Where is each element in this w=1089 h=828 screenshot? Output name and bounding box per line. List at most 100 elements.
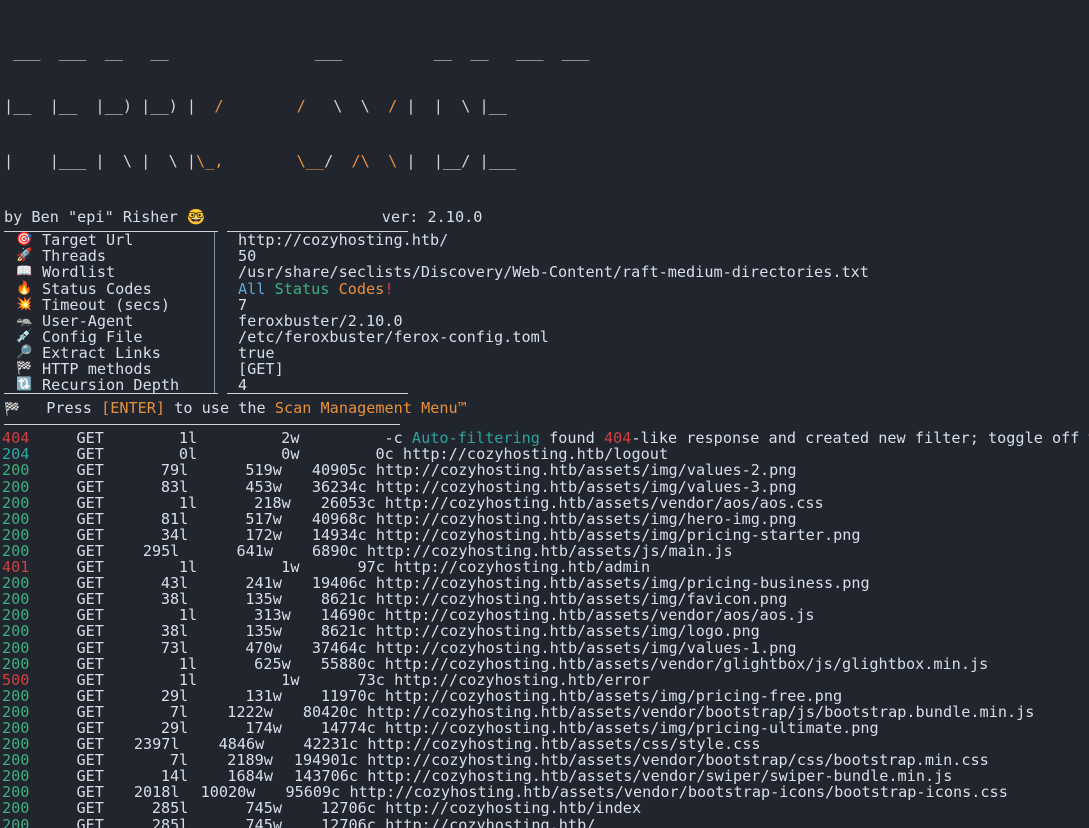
- fire-icon: 🔥: [16, 280, 33, 296]
- config-value-status-codes: All Status Codes!: [228, 279, 869, 298]
- config-row-wordlist: 📖 Wordlist /usr/share/seclists/Discovery…: [4, 264, 869, 280]
- table-row: 200 GET 34l 172w 14934c http://cozyhosting.h…: [2, 527, 1089, 543]
- banner-art-row-3: | |___ | \ | \ |\_, \__/ /\ \ | |__/ |__…: [4, 152, 517, 171]
- banner-version: ver: 2.10.0: [381, 208, 483, 227]
- collision-icon: 💥: [16, 296, 33, 312]
- menu-name: Scan Management Menu™: [274, 399, 467, 418]
- table-row: 204 GET 0l 0w 0c http://cozyhosting.htb/logo…: [2, 446, 1089, 462]
- status-codes-codes: Codes: [329, 279, 385, 298]
- menu-prefix: Press: [46, 399, 102, 418]
- config-divider: [213, 312, 228, 329]
- table-row: 200 GET 29l 174w 14774c http://cozyhosting.h…: [2, 720, 1089, 736]
- banner-art-row-1: ___ ___ __ __ ___ __ __ ___ ___: [4, 42, 590, 61]
- table-row: 200 GET 83l 453w 36234c http://cozyhosting.h…: [2, 479, 1089, 495]
- table-row: 200 GET 1l 625w 55880c http://cozyhosting.ht…: [2, 656, 1089, 672]
- checkered-flag-icon: 🏁: [4, 402, 21, 418]
- table-row: 200 GET 7l 1222w 80420c http://cozyhosting.h…: [2, 704, 1089, 720]
- syringe-icon: 💉: [16, 328, 33, 344]
- config-key: HTTP methods: [42, 360, 152, 379]
- line-count: 285l: [151, 815, 189, 828]
- status-codes-status: Status: [265, 279, 330, 298]
- autofilter-text: -like response and created new filter; t…: [631, 429, 1089, 448]
- config-key: Status Codes: [42, 279, 152, 298]
- config-row-http-methods: 🏁 HTTP methods [GET]: [4, 361, 869, 377]
- config-divider: [213, 328, 228, 345]
- table-row: 404 GET 1l 2w -c Auto-filtering found 404-li…: [2, 430, 1089, 446]
- config-divider: [213, 232, 228, 249]
- table-row: 200 GET 73l 470w 37464c http://cozyhosting.h…: [2, 639, 1089, 656]
- config-key: Timeout (secs): [42, 295, 171, 314]
- menu-divider: [4, 424, 400, 426]
- config-value: /usr/share/seclists/Discovery/Web-Conten…: [238, 263, 869, 282]
- config-row-timeout: 💥 Timeout (secs) 7: [4, 297, 869, 313]
- badger-icon: 🦡: [16, 312, 33, 328]
- http-method: GET: [76, 815, 104, 828]
- target-icon: 🎯: [16, 232, 33, 248]
- terminal-window: ___ ___ __ __ ___ __ __ ___ ___ |__ |__ …: [0, 0, 1089, 828]
- config-key: Config File: [42, 327, 143, 346]
- config-value: 4: [238, 376, 248, 395]
- config-divider: [213, 296, 228, 313]
- config-key: Target Url: [42, 231, 134, 250]
- feroxbuster-banner: ___ ___ __ __ ___ __ __ ___ ___ |__ |__ …: [0, 4, 1089, 207]
- table-row: 200 GET 2397l 4846w 42231c http://cozyhostin…: [2, 736, 1089, 752]
- config-key: Recursion Depth: [42, 376, 180, 395]
- results-list: 404 GET 1l 2w -c Auto-filtering found 404-li…: [0, 430, 1089, 828]
- table-row: 200 GET 79l 519w 40905c http://cozyhosting.h…: [2, 462, 1089, 478]
- config-divider: [213, 248, 228, 265]
- config-row-status-codes: 🔥 Status Codes All Status Codes!: [4, 279, 869, 298]
- table-row: 401 GET 1l 1w 97c http://cozyhosting.htb/adm…: [2, 559, 1089, 575]
- table-row: 500 GET 1l 1w 73c http://cozyhosting.htb/err…: [2, 672, 1089, 688]
- table-row: 200 GET 81l 517w 40968c http://cozyhosting.h…: [2, 511, 1089, 527]
- word-count: 1w: [281, 558, 300, 577]
- table-row: 200 GET 1l 218w 26053c http://cozyhosting.ht…: [2, 495, 1089, 511]
- table-row: 200 GET 29l 131w 11970c http://cozyhosting.h…: [2, 688, 1089, 704]
- config-value: [GET]: [238, 360, 284, 379]
- table-row: 200 GET 2018l 10020w 95609c http://cozyhosti…: [2, 784, 1089, 800]
- checkered-flag-icon: 🏁: [16, 361, 33, 377]
- status-codes-all: All: [238, 279, 266, 298]
- table-row: 200 GET 38l 135w 8621c http://cozyhosting.ht…: [2, 591, 1089, 607]
- status-code: 200: [2, 815, 30, 828]
- config-row-extract-links: 🔎 Extract Links true: [4, 345, 869, 361]
- table-row: 200 GET 38l 135w 8621c http://cozyhosting.ht…: [2, 623, 1089, 639]
- line-count: 295l: [142, 541, 180, 560]
- byte-count: 12706c: [321, 815, 376, 828]
- table-row: 200 GET 285l 745w 12706c http://cozyhosting.…: [2, 800, 1089, 816]
- config-row-target-url: 🎯 Target Url http://cozyhosting.htb/: [4, 232, 869, 248]
- result-url[interactable]: http://cozyhosting.htb/: [385, 816, 595, 828]
- config-row-user-agent: 🦡 User-Agent feroxbuster/2.10.0: [4, 313, 869, 329]
- table-row: 200 GET 43l 241w 19406c http://cozyhosting.h…: [2, 575, 1089, 591]
- config-table: 🎯 Target Url http://cozyhosting.htb/ 🚀 T…: [4, 232, 869, 393]
- banner-byline-row: by Ben "epi" Risher 🤓 ver: 2.10.0: [0, 207, 1089, 227]
- config-divider: [213, 361, 228, 378]
- config-row-threads: 🚀 Threads 50: [4, 248, 869, 264]
- word-count: 641w: [236, 541, 274, 560]
- config-table-wrap: 🎯 Target Url http://cozyhosting.htb/ 🚀 T…: [0, 231, 1089, 395]
- status-codes-bang: !: [384, 279, 394, 298]
- config-value: true: [238, 343, 275, 362]
- enter-key-hint[interactable]: [ENTER]: [101, 399, 165, 417]
- config-value: http://cozyhosting.htb/: [238, 231, 449, 250]
- rocket-icon: 🚀: [16, 248, 33, 264]
- config-table-bottom-border: [4, 393, 1089, 395]
- book-icon: 📖: [16, 264, 33, 280]
- scan-management-menu-line[interactable]: 🏁 Press [ENTER] to use the Scan Managemen…: [0, 400, 1089, 418]
- config-row-recursion-depth: 🔃 Recursion Depth 4: [4, 377, 869, 393]
- recursion-icon: 🔃: [16, 377, 33, 393]
- word-count: 745w: [245, 815, 283, 828]
- table-row: 200 GET 7l 2189w 194901c http://cozyhosting.…: [2, 752, 1089, 768]
- config-value: feroxbuster/2.10.0: [238, 311, 403, 330]
- config-row-config-file: 💉 Config File /etc/feroxbuster/ferox-con…: [4, 329, 869, 345]
- table-row: 200 GET 1l 313w 14690c http://cozyhosting.ht…: [2, 607, 1089, 623]
- table-row: 200 GET 285l 745w 12706c http://cozyhosting.…: [2, 815, 1089, 828]
- config-key: Wordlist: [42, 263, 116, 282]
- config-value: 50: [238, 247, 257, 266]
- banner-art-row-2: |__ |__ |__) |__) | / / \ \ / | | \ |__: [4, 97, 507, 116]
- config-key: Extract Links: [42, 343, 161, 362]
- config-divider: [213, 264, 228, 281]
- word-count: 1w: [281, 670, 300, 689]
- config-value: 7: [238, 295, 248, 314]
- config-key: Threads: [42, 247, 107, 266]
- word-count: 0w: [281, 445, 300, 464]
